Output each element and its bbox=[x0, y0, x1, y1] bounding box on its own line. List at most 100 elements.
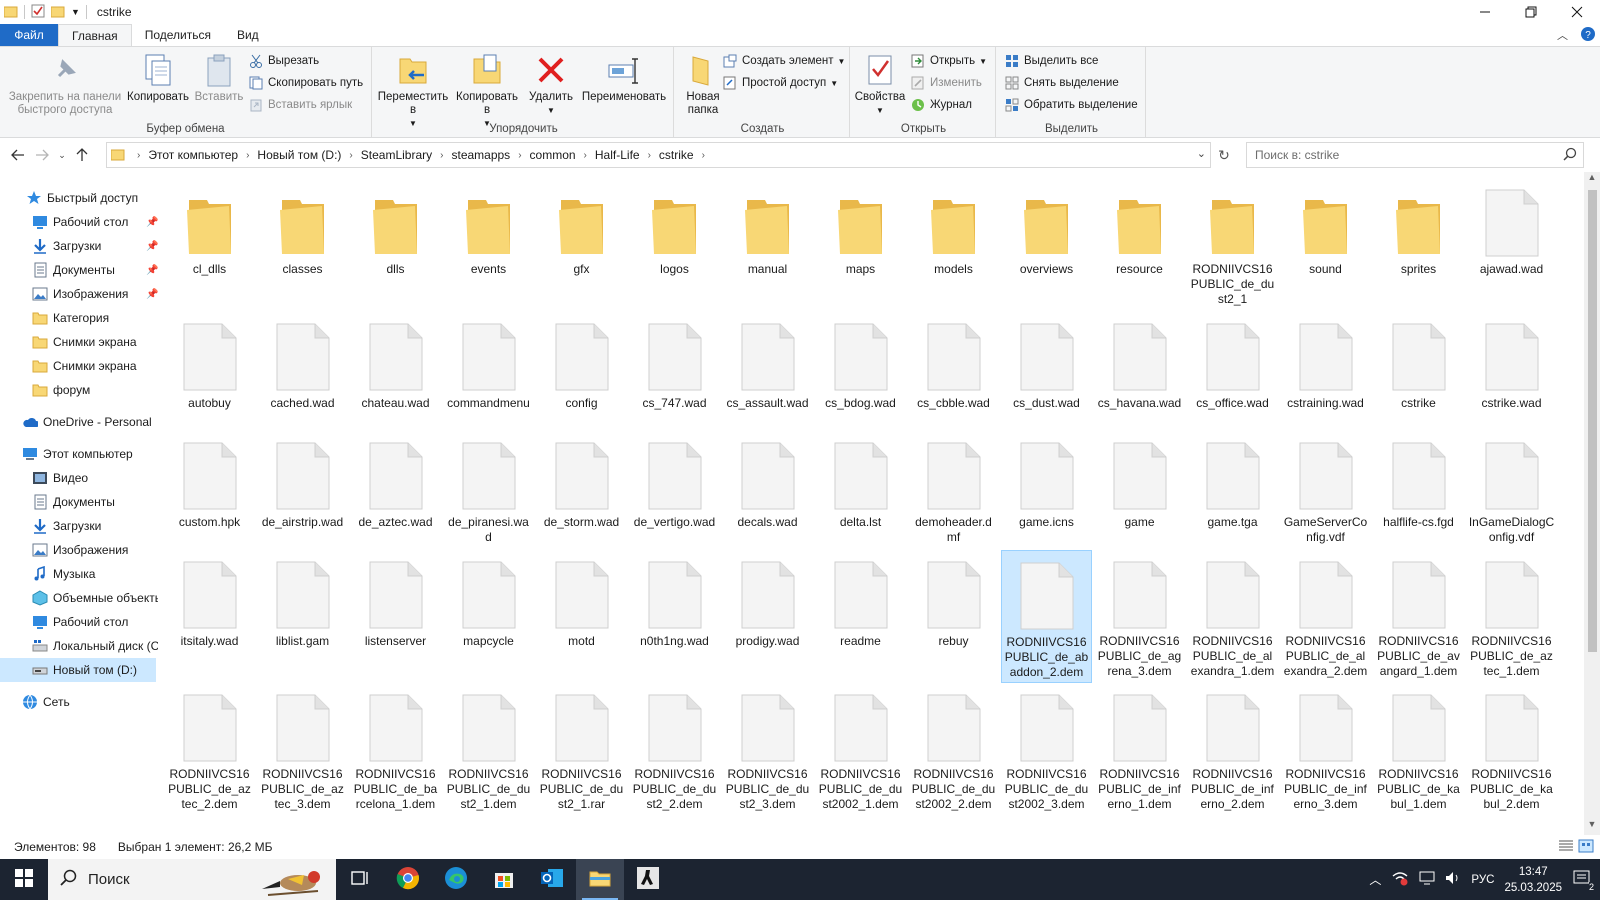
nav-item[interactable]: Локальный диск (C:) bbox=[32, 634, 158, 658]
move-to-button[interactable]: Переместить в ▼ bbox=[378, 51, 448, 130]
show-hidden-icons-chevron-icon[interactable]: ︿ bbox=[1369, 871, 1381, 888]
folder-item[interactable]: cl_dlls bbox=[164, 178, 255, 277]
scroll-up-arrow-icon[interactable]: ▲ bbox=[1584, 172, 1600, 188]
file-item[interactable]: RODNIIVCS16PUBLIC_de_barcelona_1.dem bbox=[350, 683, 441, 812]
invert-selection-button[interactable]: Обратить выделение bbox=[1004, 95, 1138, 115]
paste-button[interactable]: Вставить bbox=[192, 51, 246, 104]
file-item[interactable]: de_aztec.wad bbox=[350, 431, 441, 530]
file-item[interactable]: de_piranesi.wad bbox=[443, 431, 534, 545]
file-item[interactable]: readme bbox=[815, 550, 906, 649]
file-item[interactable]: RODNIIVCS16PUBLIC_de_alexandra_2.dem bbox=[1280, 550, 1371, 679]
breadcrumb-separator[interactable]: › bbox=[240, 150, 255, 161]
notifications-icon[interactable]: 2 bbox=[1572, 869, 1594, 892]
nav-item[interactable]: Рабочий стол 📌 bbox=[32, 210, 158, 234]
cut-button[interactable]: Вырезать bbox=[248, 51, 319, 71]
file-item[interactable]: RODNIIVCS16PUBLIC_de_dust2002_2.dem bbox=[908, 683, 999, 812]
file-item[interactable]: cached.wad bbox=[257, 312, 348, 411]
open-button[interactable]: Открыть ▼ bbox=[910, 51, 987, 71]
counter-strike-taskbar-button[interactable] bbox=[624, 859, 672, 900]
breadcrumb-separator[interactable]: › bbox=[512, 150, 527, 161]
file-item[interactable]: cs_office.wad bbox=[1187, 312, 1278, 411]
file-item[interactable]: GameServerConfig.vdf bbox=[1280, 431, 1371, 545]
clock[interactable]: 13:47 25.03.2025 bbox=[1504, 864, 1562, 896]
file-item[interactable]: RODNIIVCS16PUBLIC_de_aztec_1.dem bbox=[1466, 550, 1557, 679]
breadcrumb-item[interactable]: steamapps bbox=[449, 148, 512, 162]
minimize-button[interactable] bbox=[1462, 0, 1508, 24]
nav-item[interactable]: форум bbox=[32, 378, 90, 402]
file-item[interactable]: RODNIIVCS16PUBLIC_de_dust2_1.rar bbox=[536, 683, 627, 812]
network-disconnected-icon[interactable] bbox=[1391, 870, 1409, 889]
edit-button[interactable]: Изменить bbox=[910, 73, 982, 93]
file-item[interactable]: RODNIIVCS16PUBLIC_de_dust2_3.dem bbox=[722, 683, 813, 812]
file-item[interactable]: custom.hpk bbox=[164, 431, 255, 530]
file-item[interactable]: cs_havana.wad bbox=[1094, 312, 1185, 411]
folder-item[interactable]: sprites bbox=[1373, 178, 1464, 277]
paste-shortcut-button[interactable]: Вставить ярлык bbox=[248, 95, 352, 115]
file-item[interactable]: InGameDialogConfig.vdf bbox=[1466, 431, 1557, 545]
file-item[interactable]: RODNIIVCS16PUBLIC_de_avangard_1.dem bbox=[1373, 550, 1464, 679]
folder-item[interactable]: RODNIIVCS16PUBLIC_de_dust2_1 bbox=[1187, 178, 1278, 307]
new-folder-button[interactable]: Новая папка bbox=[680, 51, 726, 117]
file-item[interactable]: cstrike bbox=[1373, 312, 1464, 411]
help-icon[interactable]: ? bbox=[1580, 26, 1596, 45]
nav-item[interactable]: Загрузки 📌 bbox=[32, 234, 158, 258]
forward-arrow-icon[interactable] bbox=[30, 141, 54, 169]
tab-file[interactable]: Файл bbox=[0, 24, 58, 46]
nav-item[interactable]: Рабочий стол bbox=[32, 610, 128, 634]
file-item[interactable]: RODNIIVCS16PUBLIC_de_alexandra_1.dem bbox=[1187, 550, 1278, 679]
nav-item[interactable]: Новый том (D:) bbox=[0, 658, 156, 682]
customize-dropdown-icon[interactable]: ▼ bbox=[71, 7, 80, 17]
file-item[interactable]: cs_747.wad bbox=[629, 312, 720, 411]
copy-to-button[interactable]: Копировать в ▼ bbox=[452, 51, 522, 130]
search-input[interactable]: Поиск в: cstrike bbox=[1246, 142, 1584, 168]
file-item[interactable]: cstraining.wad bbox=[1280, 312, 1371, 411]
edge-taskbar-button[interactable] bbox=[432, 859, 480, 900]
file-item[interactable]: ajawad.wad bbox=[1466, 178, 1557, 277]
file-item[interactable]: rebuy bbox=[908, 550, 999, 649]
restore-button[interactable] bbox=[1508, 0, 1554, 24]
file-explorer-taskbar-button[interactable] bbox=[576, 859, 624, 900]
nav-item[interactable]: Изображения bbox=[32, 538, 128, 562]
nav-item[interactable]: Загрузки bbox=[32, 514, 101, 538]
file-item[interactable]: RODNIIVCS16PUBLIC_de_kabul_2.dem bbox=[1466, 683, 1557, 812]
nav-onedrive[interactable]: OneDrive - Personal bbox=[22, 410, 152, 434]
file-item[interactable]: cs_assault.wad bbox=[722, 312, 813, 411]
scrollbar-thumb[interactable] bbox=[1588, 190, 1597, 652]
breadcrumb-item[interactable]: common bbox=[528, 148, 578, 162]
start-button[interactable] bbox=[0, 859, 48, 900]
tab-view[interactable]: Вид bbox=[224, 24, 272, 46]
breadcrumb-item[interactable]: Half-Life bbox=[593, 148, 642, 162]
file-item[interactable]: halflife-cs.fgd bbox=[1373, 431, 1464, 530]
large-icons-view-icon[interactable] bbox=[1578, 839, 1594, 856]
file-item[interactable]: RODNIIVCS16PUBLIC_de_inferno_2.dem bbox=[1187, 683, 1278, 812]
file-item[interactable]: game.icns bbox=[1001, 431, 1092, 530]
nav-item[interactable]: Снимки экрана bbox=[32, 330, 137, 354]
file-item[interactable]: de_airstrip.wad bbox=[257, 431, 348, 530]
store-taskbar-button[interactable] bbox=[480, 859, 528, 900]
nav-item[interactable]: Документы bbox=[32, 490, 115, 514]
vertical-scrollbar[interactable]: ▲ ▼ bbox=[1584, 172, 1600, 835]
select-all-button[interactable]: Выделить все bbox=[1004, 51, 1098, 71]
folder-item[interactable]: gfx bbox=[536, 178, 627, 277]
outlook-taskbar-button[interactable] bbox=[528, 859, 576, 900]
file-item[interactable]: cstrike.wad bbox=[1466, 312, 1557, 411]
breadcrumb-separator[interactable]: › bbox=[642, 150, 657, 161]
file-item[interactable]: n0th1ng.wad bbox=[629, 550, 720, 649]
address-history-chevron-icon[interactable]: ⌄ bbox=[1197, 147, 1206, 160]
nav-item[interactable]: Документы 📌 bbox=[32, 258, 158, 282]
breadcrumb-separator[interactable]: › bbox=[131, 150, 146, 161]
details-view-icon[interactable] bbox=[1558, 839, 1574, 856]
task-view-taskbar-button[interactable] bbox=[336, 859, 384, 900]
collapse-ribbon-icon[interactable]: ︿ bbox=[1557, 27, 1568, 43]
file-item[interactable]: RODNIIVCS16PUBLIC_de_aztec_3.dem bbox=[257, 683, 348, 812]
chrome-taskbar-button[interactable] bbox=[384, 859, 432, 900]
file-item[interactable]: de_storm.wad bbox=[536, 431, 627, 530]
copy-button[interactable]: Копировать bbox=[126, 51, 190, 104]
input-language[interactable]: РУС bbox=[1471, 874, 1494, 886]
file-item[interactable]: cs_bdog.wad bbox=[815, 312, 906, 411]
display-icon[interactable] bbox=[1419, 871, 1435, 888]
history-button[interactable]: Журнал bbox=[910, 95, 972, 115]
folder-item[interactable]: manual bbox=[722, 178, 813, 277]
folder-item[interactable]: classes bbox=[257, 178, 348, 277]
recent-locations-chevron-icon[interactable]: ⌄ bbox=[54, 141, 70, 169]
